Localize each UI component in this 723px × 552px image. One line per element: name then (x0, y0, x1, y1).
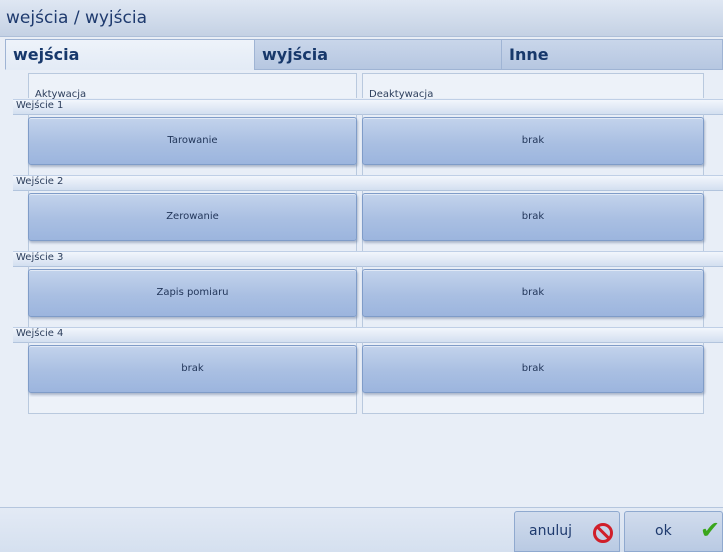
input-row-1-label: Wejście 1 (16, 100, 64, 111)
tab-other[interactable]: Inne (501, 39, 723, 70)
input-1-activation-button[interactable]: Tarowanie (28, 117, 357, 165)
input-row-3: Wejście 3 Zapis pomiaru brak (13, 251, 723, 327)
input-row-4-header: Wejście 4 (13, 327, 723, 343)
input-1-deactivation-button[interactable]: brak (362, 117, 704, 165)
input-4-activation-button[interactable]: brak (28, 345, 357, 393)
input-row-1: Wejście 1 Tarowanie brak (13, 99, 723, 175)
tab-bar: wejścia wyjścia Inne (0, 39, 723, 70)
input-2-deactivation-button[interactable]: brak (362, 193, 704, 241)
input-row-2-header: Wejście 2 (13, 175, 723, 191)
inputs-panel: Aktywacja Deaktywacja Wejście 1 Tarowani… (0, 70, 723, 507)
tab-other-label: Inne (509, 45, 549, 64)
cancel-button[interactable]: anuluj (514, 511, 620, 552)
input-row-2-label: Wejście 2 (16, 176, 64, 187)
cancel-button-label: anuluj (529, 523, 572, 539)
tab-outputs[interactable]: wyjścia (254, 39, 504, 70)
input-row-3-label: Wejście 3 (16, 252, 64, 263)
tab-inputs[interactable]: wejścia (5, 39, 257, 70)
activation-column-header: Aktywacja (28, 73, 357, 100)
ok-button-label: ok (655, 523, 672, 539)
deactivation-column-header: Deaktywacja (362, 73, 704, 100)
input-row-1-header: Wejście 1 (13, 99, 723, 115)
window-title: wejścia / wyjścia (6, 8, 147, 28)
input-row-2: Wejście 2 Zerowanie brak (13, 175, 723, 251)
checkmark-icon: ✔ (700, 516, 721, 544)
tab-outputs-label: wyjścia (262, 45, 328, 64)
input-4-deactivation-button[interactable]: brak (362, 345, 704, 393)
input-3-activation-button[interactable]: Zapis pomiaru (28, 269, 357, 317)
tab-inputs-label: wejścia (13, 45, 80, 64)
activation-column-footer (28, 397, 357, 414)
input-row-4: Wejście 4 brak brak (13, 327, 723, 403)
no-entry-icon (593, 523, 613, 543)
input-2-activation-button[interactable]: Zerowanie (28, 193, 357, 241)
deactivation-column-footer (362, 397, 704, 414)
input-row-4-label: Wejście 4 (16, 328, 64, 339)
title-bar: wejścia / wyjścia (0, 0, 723, 37)
input-row-3-header: Wejście 3 (13, 251, 723, 267)
input-3-deactivation-button[interactable]: brak (362, 269, 704, 317)
footer-bar: anuluj ok ✔ (0, 507, 723, 552)
ok-button[interactable]: ok ✔ (624, 511, 723, 552)
